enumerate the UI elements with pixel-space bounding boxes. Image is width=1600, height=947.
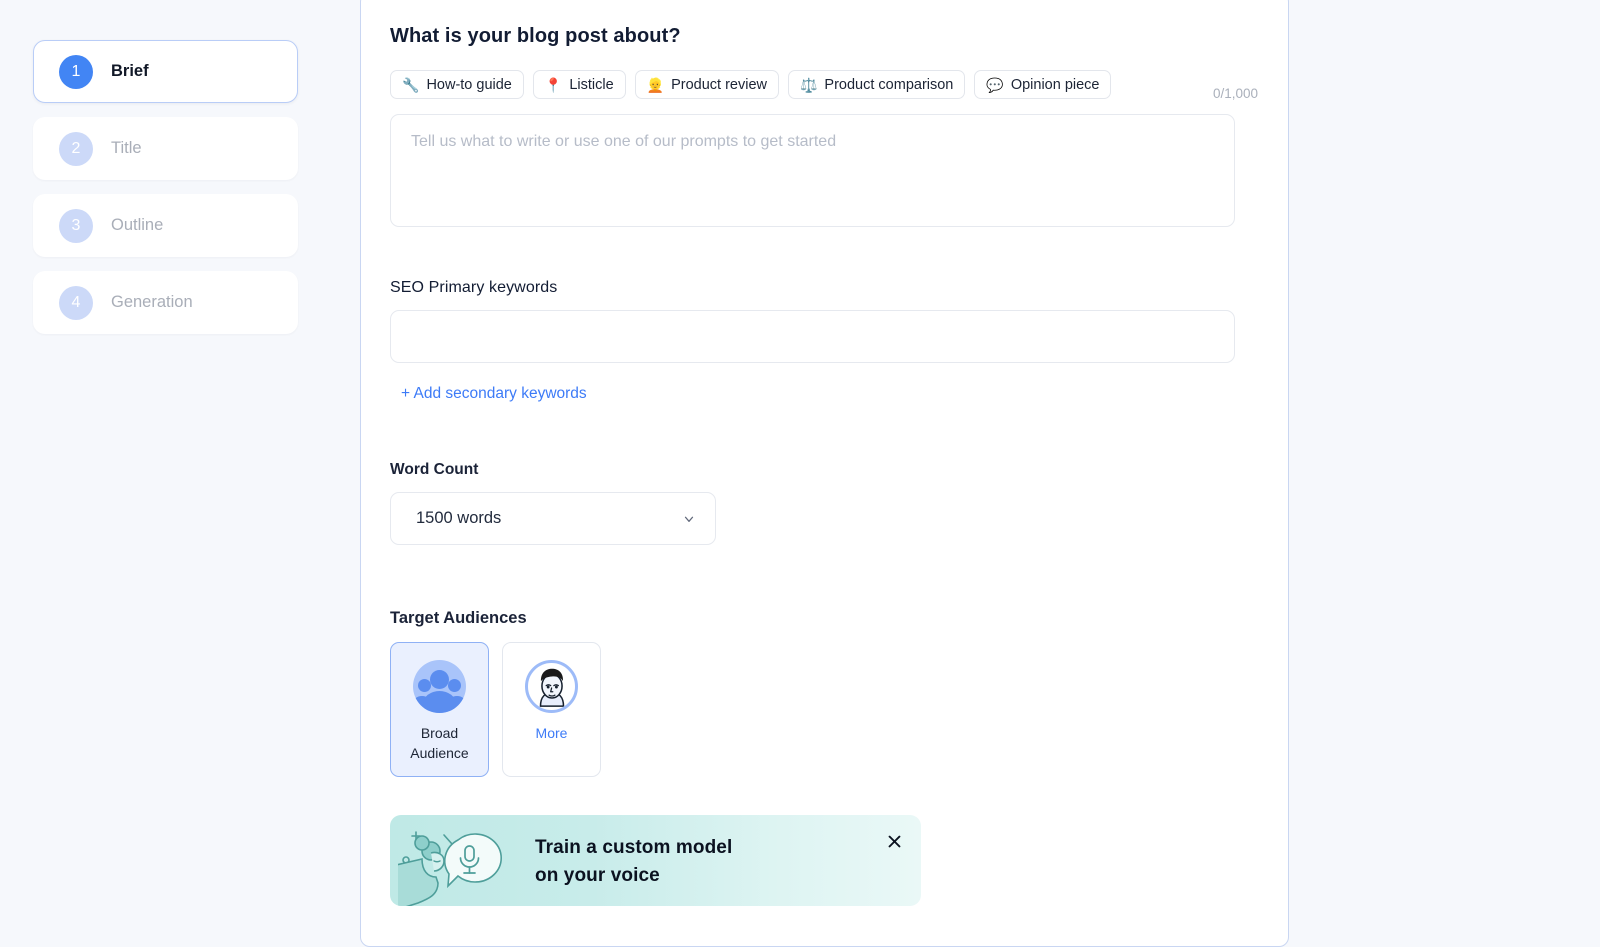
- prompt-chip-label: Product comparison: [824, 76, 954, 93]
- sidebar-item-brief[interactable]: 1 Brief: [33, 40, 298, 103]
- prompt-chip-product-review[interactable]: 👱 Product review: [634, 70, 779, 99]
- prompt-chip-opinion-piece[interactable]: 💬 Opinion piece: [974, 70, 1112, 99]
- step-number-badge: 3: [59, 208, 93, 243]
- brief-input-placeholder: Tell us what to write or use one of our …: [411, 133, 837, 150]
- target-audiences-list: Broad Audience More: [390, 642, 1258, 777]
- brief-form-card: What is your blog post about? 🔧 How-to g…: [360, 0, 1289, 947]
- audience-label-line1: Broad: [420, 725, 459, 741]
- brief-input[interactable]: Tell us what to write or use one of our …: [390, 114, 1235, 227]
- group-avatar-icon: [413, 660, 466, 713]
- step-number-badge: 1: [59, 54, 93, 89]
- character-counter: 0/1,000: [1212, 86, 1258, 101]
- audience-label-line2: Audience: [410, 745, 469, 761]
- scales-icon: ⚖️: [799, 76, 818, 93]
- word-count-select[interactable]: 1500 words: [390, 492, 716, 545]
- target-audiences-label: Target Audiences: [390, 609, 527, 627]
- promo-line-1: Train a custom model: [535, 837, 733, 858]
- promo-line-2: on your voice: [535, 865, 660, 886]
- prompt-chip-label: How-to guide: [426, 76, 512, 93]
- prompt-chip-product-comparison[interactable]: ⚖️ Product comparison: [787, 70, 966, 99]
- prompt-chip-label: Listicle: [569, 76, 614, 93]
- prompt-chip-label: Opinion piece: [1010, 76, 1100, 93]
- audience-card-more[interactable]: More: [502, 642, 601, 777]
- promo-banner[interactable]: Train a custom model on your voice: [390, 815, 921, 906]
- sidebar-item-label: Title: [111, 139, 142, 157]
- speech-balloon-icon: 💬: [986, 76, 1004, 93]
- person-icon: 👱: [646, 76, 665, 93]
- sidebar-item-title[interactable]: 2 Title: [33, 117, 298, 180]
- promo-banner-text: Train a custom model on your voice: [535, 834, 732, 890]
- app-root: 1 Brief 2 Title 3 Outline 4 Generation W…: [0, 0, 1600, 947]
- sidebar-item-label: Outline: [111, 216, 164, 234]
- audience-card-label: More: [535, 725, 568, 741]
- word-count-label: Word Count: [390, 461, 479, 478]
- prompt-chip-listicle[interactable]: 📍 Listicle: [532, 70, 626, 99]
- seo-keywords-input[interactable]: [390, 310, 1235, 363]
- chevron-down-icon: [684, 516, 694, 522]
- wrench-icon: 🔧: [402, 76, 420, 93]
- step-number-badge: 4: [59, 285, 93, 320]
- prompt-chip-how-to-guide[interactable]: 🔧 How-to guide: [390, 70, 524, 99]
- word-count-value: 1500 words: [416, 509, 502, 527]
- workflow-stepper: 1 Brief 2 Title 3 Outline 4 Generation: [33, 40, 298, 334]
- seo-keywords-label: SEO Primary keywords: [390, 279, 558, 296]
- prompt-chip-label: Product review: [671, 76, 767, 93]
- prompt-chip-list: 🔧 How-to guide 📍 Listicle 👱 Product revi…: [390, 70, 1258, 99]
- audience-card-label: Broad Audience: [410, 723, 468, 763]
- sidebar-item-label: Brief: [111, 62, 149, 80]
- face-avatar-icon: [525, 660, 578, 713]
- sidebar-item-outline[interactable]: 3 Outline: [33, 194, 298, 257]
- pin-icon: 📍: [544, 76, 563, 93]
- sidebar-item-generation[interactable]: 4 Generation: [33, 271, 298, 334]
- page-title: What is your blog post about?: [390, 25, 681, 47]
- add-secondary-keywords-link[interactable]: + Add secondary keywords: [401, 385, 587, 403]
- step-number-badge: 2: [59, 131, 93, 166]
- person-speaking-microphone-illustration: [398, 831, 502, 906]
- audience-card-broad-audience[interactable]: Broad Audience: [390, 642, 489, 777]
- close-icon[interactable]: [883, 830, 905, 852]
- sidebar-item-label: Generation: [111, 293, 193, 311]
